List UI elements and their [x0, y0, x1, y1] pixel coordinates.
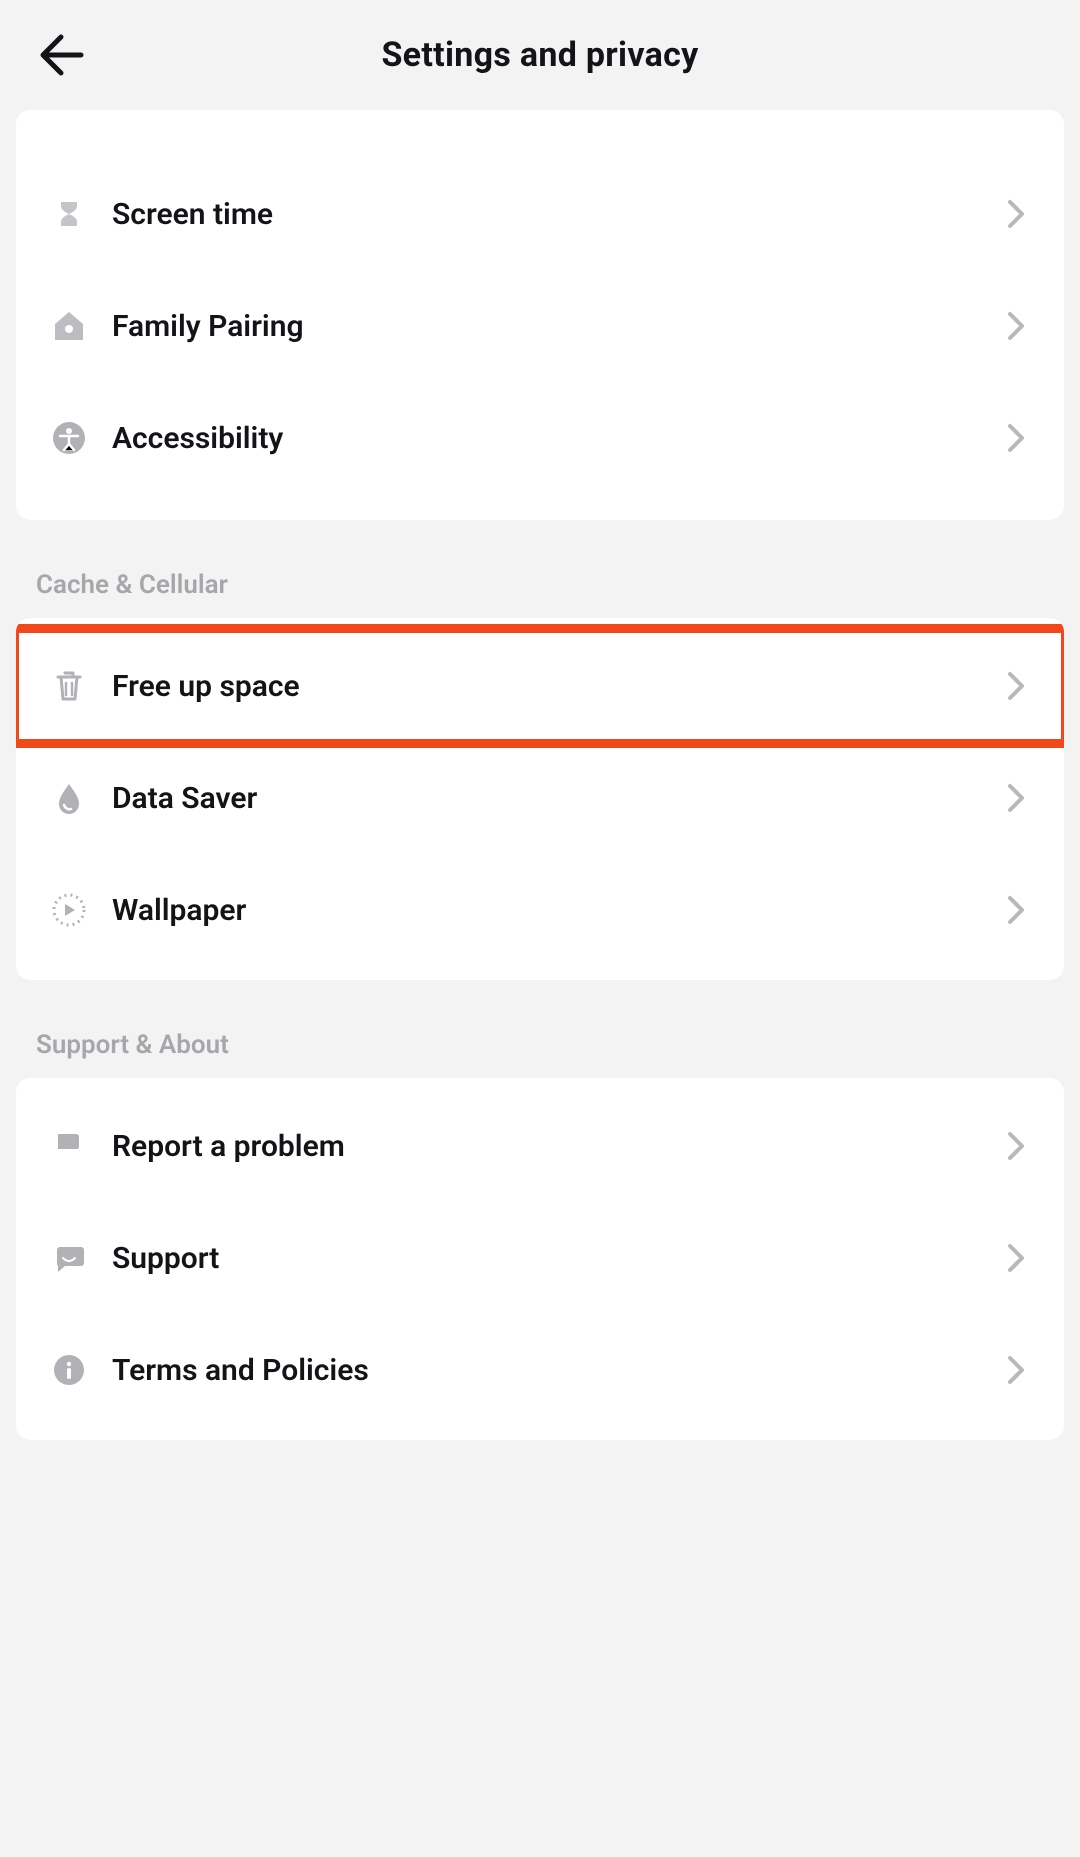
chevron-right-icon	[1002, 1356, 1030, 1384]
row-label: Report a problem	[112, 1129, 1002, 1164]
row-label: Terms and Policies	[112, 1353, 1002, 1388]
row-report-problem[interactable]: Report a problem	[16, 1090, 1064, 1202]
row-data-saver[interactable]: Data Saver	[16, 742, 1064, 854]
settings-group-1: Free up space Data Saver Wallpaper	[16, 618, 1064, 980]
settings-group-2: Report a problem Support Terms and Polic…	[16, 1078, 1064, 1440]
chevron-right-icon	[1002, 896, 1030, 924]
row-label: Data Saver	[112, 781, 1002, 816]
row-label: Accessibility	[112, 421, 1002, 456]
back-button[interactable]	[32, 26, 90, 84]
row-wallpaper[interactable]: Wallpaper	[16, 854, 1064, 966]
header: Settings and privacy	[0, 0, 1080, 110]
settings-group-0: Screen time Family Pairing Accessibility	[16, 110, 1064, 520]
chat-icon	[50, 1239, 88, 1277]
house-icon	[50, 307, 88, 345]
info-icon	[50, 1351, 88, 1389]
row-terms-policies[interactable]: Terms and Policies	[16, 1314, 1064, 1426]
row-label: Screen time	[112, 197, 1002, 232]
section-header-cache: Cache & Cellular	[0, 520, 1080, 618]
row-label: Free up space	[112, 669, 1002, 704]
chevron-right-icon	[1002, 1244, 1030, 1272]
drop-icon	[50, 779, 88, 817]
dotted-play-icon	[50, 891, 88, 929]
row-screen-time[interactable]: Screen time	[16, 158, 1064, 270]
row-accessibility[interactable]: Accessibility	[16, 382, 1064, 494]
row-label: Support	[112, 1241, 1002, 1276]
chevron-right-icon	[1002, 784, 1030, 812]
chevron-right-icon	[1002, 312, 1030, 340]
chevron-right-icon	[1002, 1132, 1030, 1160]
page-title: Settings and privacy	[90, 35, 990, 75]
row-free-up-space[interactable]: Free up space	[16, 630, 1064, 742]
row-support[interactable]: Support	[16, 1202, 1064, 1314]
chevron-right-icon	[1002, 672, 1030, 700]
back-arrow-icon	[37, 31, 85, 79]
chevron-right-icon	[1002, 200, 1030, 228]
accessibility-icon	[50, 419, 88, 457]
row-label: Family Pairing	[112, 309, 1002, 344]
row-label: Wallpaper	[112, 893, 1002, 928]
chevron-right-icon	[1002, 424, 1030, 452]
flag-icon	[50, 1127, 88, 1165]
row-family-pairing[interactable]: Family Pairing	[16, 270, 1064, 382]
section-header-support: Support & About	[0, 980, 1080, 1078]
trash-icon	[50, 667, 88, 705]
hourglass-icon	[50, 195, 88, 233]
